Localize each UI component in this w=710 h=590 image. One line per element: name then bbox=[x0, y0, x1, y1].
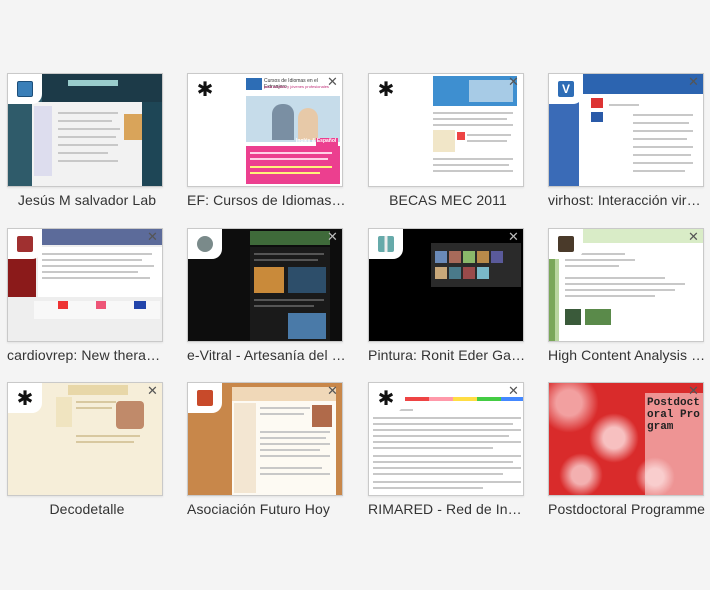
tile-title[interactable]: Asociación Futuro Hoy bbox=[187, 501, 347, 517]
close-icon[interactable]: ✕ bbox=[327, 385, 338, 398]
tile-favicon bbox=[8, 74, 42, 104]
tile-favicon: V bbox=[549, 74, 583, 104]
top-site-tile[interactable]: ✕ Asociación Futuro Hoy bbox=[187, 382, 343, 517]
tile-title[interactable]: BECAS MEC 2011 bbox=[368, 192, 528, 208]
site-thumbnail[interactable]: Postdoctoral Program ✕ bbox=[548, 382, 704, 496]
tile-title[interactable]: e-Vitral - Artesanía del vidrio bbox=[187, 347, 347, 363]
tile-favicon: ✱ bbox=[369, 74, 403, 104]
tile-title[interactable]: RIMARED - Red de Investigación bbox=[368, 501, 528, 517]
close-icon[interactable]: ✕ bbox=[147, 385, 158, 398]
tile-title[interactable]: High Content Analysis Unit bbox=[548, 347, 708, 363]
site-favicon-icon bbox=[197, 390, 213, 406]
tile-favicon bbox=[369, 229, 403, 259]
asterisk-favicon-icon: ✱ bbox=[377, 77, 395, 101]
top-site-tile[interactable]: ✕ cardiovrep: New therapeutic approaches bbox=[7, 228, 167, 363]
site-thumbnail[interactable]: ✕ bbox=[548, 228, 704, 342]
tile-favicon: ✱ bbox=[369, 383, 403, 413]
close-icon[interactable]: ✕ bbox=[508, 385, 519, 398]
tile-title[interactable]: virhost: Interacción virus-hospedador bbox=[548, 192, 708, 208]
v-favicon-icon: V bbox=[558, 81, 574, 97]
close-icon[interactable]: ✕ bbox=[508, 231, 519, 244]
close-icon[interactable]: ✕ bbox=[327, 231, 338, 244]
tile-title[interactable]: Jesús M salvador Lab bbox=[7, 192, 167, 208]
tile-favicon bbox=[8, 229, 42, 259]
postdoc-heading: Postdoctoral Program bbox=[647, 397, 700, 433]
tile-title[interactable]: EF: Cursos de Idiomas en el Extranjero bbox=[187, 192, 347, 208]
site-thumbnail[interactable]: ✕ bbox=[187, 228, 343, 342]
top-site-tile[interactable]: Jesús M salvador Lab bbox=[7, 73, 163, 208]
site-thumbnail[interactable] bbox=[7, 73, 163, 187]
book-favicon-icon bbox=[378, 236, 394, 252]
top-site-tile[interactable]: ✕ e-Vitral - Artesanía del vidrio bbox=[187, 228, 347, 363]
top-sites-grid: Jesús M salvador Lab Cursos de Idiomas e… bbox=[0, 0, 710, 590]
top-site-tile[interactable]: Cursos de Idiomas en el Extranjero para … bbox=[187, 73, 347, 208]
tile-favicon bbox=[549, 229, 583, 259]
top-site-tile[interactable]: ✕ High Content Analysis Unit bbox=[548, 228, 708, 363]
top-site-tile[interactable]: ✕ Pintura: Ronit Eder Gallery bbox=[368, 228, 528, 363]
site-thumbnail[interactable]: V ✕ bbox=[548, 73, 704, 187]
close-icon[interactable]: ✕ bbox=[688, 385, 699, 398]
close-icon[interactable]: ✕ bbox=[147, 231, 158, 244]
top-site-tile[interactable]: Postdoctoral Program ✕ Postdoctoral Prog… bbox=[548, 382, 705, 517]
globe-favicon-icon bbox=[197, 236, 213, 252]
close-icon[interactable]: ✕ bbox=[327, 76, 338, 89]
site-thumbnail[interactable]: ✱ ✕ bbox=[368, 382, 524, 496]
asterisk-favicon-icon: ✱ bbox=[196, 77, 214, 101]
tile-favicon bbox=[188, 229, 222, 259]
tile-title[interactable]: Postdoctoral Programme bbox=[548, 501, 708, 517]
tile-favicon bbox=[188, 383, 222, 413]
top-site-tile[interactable]: ✱ ✕ RIMARED - Red de Investigación bbox=[368, 382, 528, 517]
top-site-tile[interactable]: ✱ ✕ BECAS MEC 2011 bbox=[368, 73, 524, 208]
ef-cta: Inglés & Español bbox=[296, 138, 337, 144]
close-icon[interactable]: ✕ bbox=[508, 76, 519, 89]
close-icon[interactable]: ✕ bbox=[688, 231, 699, 244]
site-favicon-icon bbox=[17, 236, 33, 252]
tile-title[interactable]: Pintura: Ronit Eder Gallery bbox=[368, 347, 528, 363]
asterisk-favicon-icon: ✱ bbox=[16, 386, 34, 410]
site-favicon-icon bbox=[558, 236, 574, 252]
site-thumbnail[interactable]: ✕ bbox=[7, 228, 163, 342]
tile-favicon: ✱ bbox=[188, 74, 222, 104]
close-icon[interactable]: ✕ bbox=[688, 76, 699, 89]
site-thumbnail[interactable]: ✕ bbox=[187, 382, 343, 496]
tile-title[interactable]: Decodetalle bbox=[7, 501, 167, 517]
tile-favicon: ✱ bbox=[8, 383, 42, 413]
globe-favicon-icon bbox=[17, 81, 33, 97]
top-site-tile[interactable]: V ✕ virhost: Interacción virus-hospedado… bbox=[548, 73, 708, 208]
site-thumbnail[interactable]: ✱ ✕ bbox=[368, 73, 524, 187]
site-thumbnail[interactable]: ✕ bbox=[368, 228, 524, 342]
top-site-tile[interactable]: ✱ ✕ Decodetalle bbox=[7, 382, 163, 517]
site-thumbnail[interactable]: Cursos de Idiomas en el Extranjero para … bbox=[187, 73, 343, 187]
tile-title[interactable]: cardiovrep: New therapeutic approaches bbox=[7, 347, 167, 363]
site-thumbnail[interactable]: ✱ ✕ bbox=[7, 382, 163, 496]
asterisk-favicon-icon: ✱ bbox=[377, 386, 395, 410]
